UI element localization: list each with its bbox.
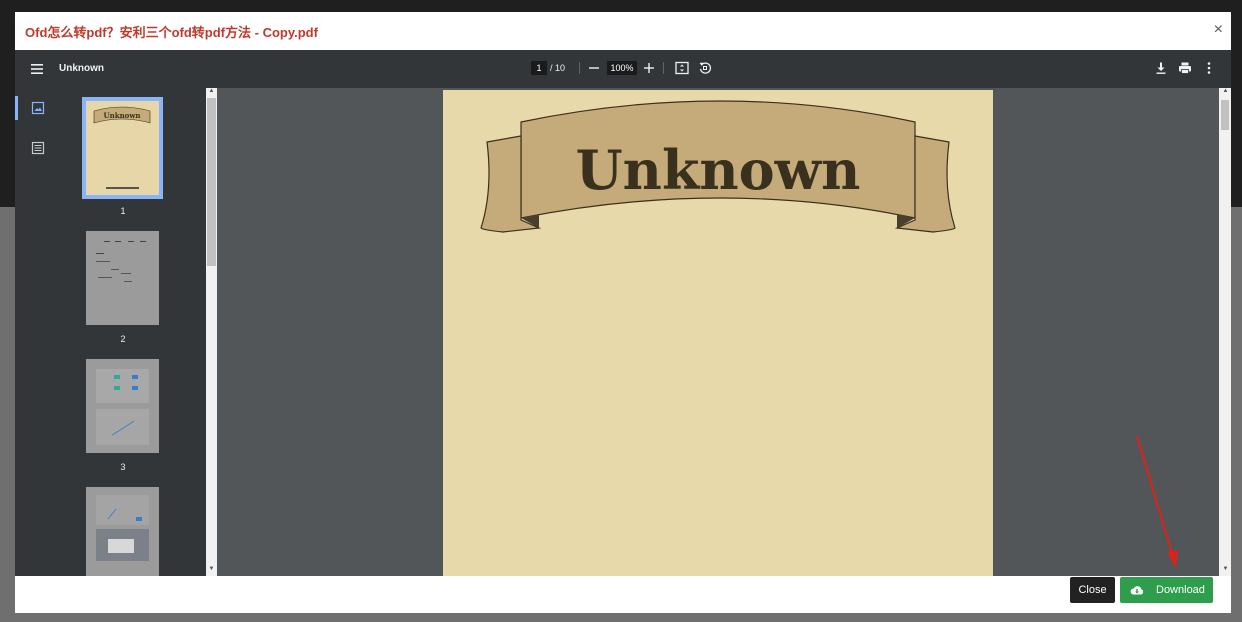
rotate-icon[interactable] xyxy=(698,61,712,75)
zoom-level[interactable]: 100% xyxy=(607,61,637,75)
fit-page-icon[interactable] xyxy=(675,61,689,75)
more-options-icon[interactable] xyxy=(1202,61,1216,75)
zoom-out-icon[interactable] xyxy=(587,60,601,76)
svg-text:Unknown: Unknown xyxy=(104,111,141,120)
thumbnail-page[interactable] xyxy=(86,231,159,325)
active-tab-indicator xyxy=(15,96,18,120)
page-number-input[interactable]: 1 xyxy=(531,61,547,75)
thumbnail-view-icon[interactable] xyxy=(31,101,45,115)
scroll-down-arrow[interactable]: ▼ xyxy=(206,566,217,572)
thumbnail-preview: Unknown xyxy=(93,106,151,189)
modal-header: Ofd怎么转pdf？安利三个ofd转pdf方法 - Copy.pdf × xyxy=(15,12,1231,51)
modal-close-icon[interactable]: × xyxy=(1214,21,1223,39)
document-title: Unknown xyxy=(59,63,104,74)
thumbnail-page[interactable] xyxy=(86,359,159,453)
download-label: Download xyxy=(1156,584,1205,596)
print-icon[interactable] xyxy=(1178,61,1192,75)
thumbnail-label: 3 xyxy=(120,462,126,472)
pdf-viewer: Unknown 1 / 10 100% Unknown 1 2 3 ▲ ▼ Un… xyxy=(15,50,1231,576)
outline-view-icon[interactable] xyxy=(31,141,45,155)
toolbar-divider xyxy=(579,62,580,74)
pdf-preview-modal: Ofd怎么转pdf？安利三个ofd转pdf方法 - Copy.pdf × Unk… xyxy=(15,12,1231,613)
menu-icon[interactable] xyxy=(29,61,45,77)
download-icon[interactable] xyxy=(1154,61,1168,75)
sidebar-tabs xyxy=(15,88,75,576)
scroll-up-arrow[interactable]: ▲ xyxy=(206,88,217,94)
thumbnail-preview xyxy=(96,495,149,561)
toolbar-divider xyxy=(663,62,664,74)
thumbnail-scrollbar[interactable]: ▲ ▼ xyxy=(206,88,217,576)
thumbnail-label: 1 xyxy=(120,206,126,216)
cloud-download-icon xyxy=(1130,586,1144,595)
thumbnail-preview xyxy=(96,369,149,445)
document-scrollbar[interactable]: ▲ ▼ xyxy=(1219,88,1231,576)
page-total: / 10 xyxy=(550,63,566,73)
close-button[interactable]: Close xyxy=(1070,577,1115,603)
zoom-in-icon[interactable] xyxy=(642,60,656,76)
pdf-page: Unknown xyxy=(443,90,993,576)
scrollbar-thumb[interactable] xyxy=(1221,100,1229,130)
thumbnail-page[interactable] xyxy=(86,487,159,576)
thumbnail-preview xyxy=(96,241,146,282)
modal-footer: Close Download xyxy=(15,576,1231,613)
page-heading: Unknown xyxy=(575,138,861,202)
viewer-toolbar: Unknown 1 / 10 100% xyxy=(15,50,1231,88)
thumbnail-panel: Unknown 1 2 3 xyxy=(75,88,206,576)
document-area: Unknown xyxy=(217,88,1219,576)
thumbnail-page[interactable]: Unknown xyxy=(82,97,163,199)
scroll-down-arrow[interactable]: ▼ xyxy=(1220,566,1231,572)
download-button[interactable]: Download xyxy=(1120,577,1213,603)
thumbnail-label: 2 xyxy=(120,334,126,344)
modal-title: Ofd怎么转pdf？安利三个ofd转pdf方法 - Copy.pdf xyxy=(25,25,318,40)
scrollbar-thumb[interactable] xyxy=(207,98,216,266)
scroll-up-arrow[interactable]: ▲ xyxy=(1220,88,1231,94)
red-annotation-arrow xyxy=(1136,435,1178,568)
